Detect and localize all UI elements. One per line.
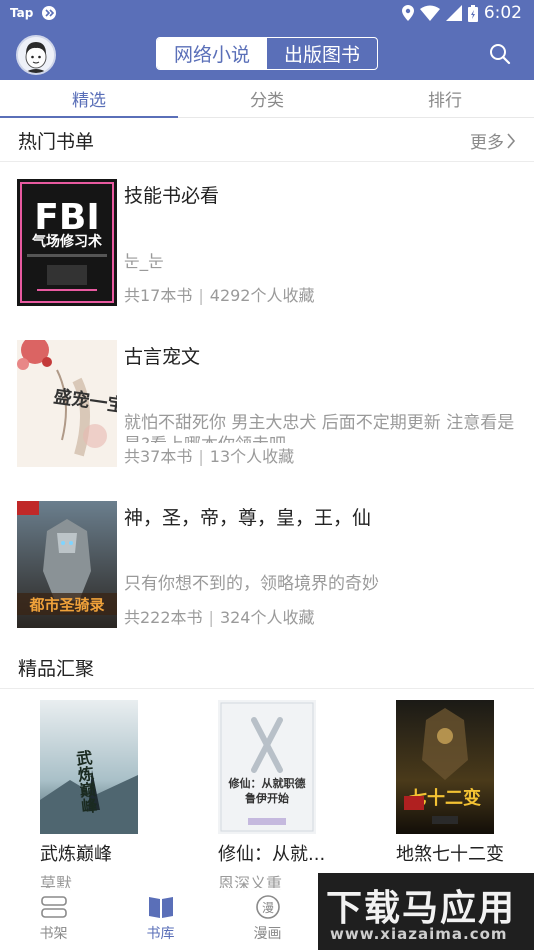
nav-bookshelf[interactable]: 书架: [0, 888, 107, 950]
booklist-item[interactable]: FBI 气场修习术 技能书必看 눈_눈 共17本书 | 4292个人收藏: [0, 179, 534, 309]
favorite-count: 13个人收藏: [209, 447, 295, 466]
svg-text:漫: 漫: [261, 901, 273, 915]
book-title: 地煞七十二变: [396, 844, 504, 865]
search-icon: [490, 44, 511, 65]
cover-headline: FBI: [34, 197, 99, 238]
booklist-title: 神，圣，帝，尊，皇，王，仙: [124, 507, 372, 529]
watermark: 下载马应用 www.xiazaima.com: [318, 873, 534, 950]
cover-subtitle: 气场修习术: [31, 233, 102, 250]
book-title: 武炼巅峰: [40, 844, 112, 865]
book-cover: 修仙：从就职德鲁伊开始: [218, 700, 316, 834]
tab-categories[interactable]: 分类: [178, 80, 356, 117]
favorite-count: 324个人收藏: [219, 608, 315, 627]
source-segmented-control: 网络小说 出版图书: [156, 37, 378, 70]
more-label: 更多: [470, 133, 504, 153]
booklist-meta: 共222本书 | 324个人收藏: [124, 608, 315, 627]
book-open-icon: [148, 897, 173, 918]
featured-book[interactable]: 修仙：从就职德鲁伊开始 修仙：从就... 恩深义重: [218, 700, 358, 894]
comic-icon: 漫: [255, 895, 280, 919]
book-count: 共37本书: [124, 447, 193, 466]
booklist-item[interactable]: 盛宠一宝 古言宠文 就怕不甜死你 男主大忠犬 后面不定期更新 注意看是是?看上哪…: [0, 340, 534, 470]
watermark-url: www.xiazaima.com: [330, 925, 508, 943]
avatar[interactable]: [16, 35, 56, 75]
booklist-title: 技能书必看: [124, 185, 220, 207]
booklist-cover: 盛宠一宝: [17, 340, 117, 467]
booklist-cover: FBI 气场修习术: [17, 179, 117, 306]
booklist-description: 就怕不甜死你 男主大忠犬 后面不定期更新 注意看是是?看上哪本你领走吧: [124, 413, 515, 443]
booklist-description: 只有你想不到的，领略境界的奇妙: [124, 574, 379, 594]
booklist-cover: 都市圣骑录: [17, 501, 117, 628]
category-tabs: 精选 分类 排行: [0, 80, 534, 118]
app-bar: 网络小说 出版图书: [0, 28, 534, 80]
search-button[interactable]: [488, 42, 512, 66]
chevron-right-icon: [507, 132, 516, 149]
book-count: 共222本书: [124, 608, 203, 627]
user-avatar-icon: [18, 37, 54, 73]
bookshelf-icon: [40, 896, 67, 918]
featured-book[interactable]: 七十二变 地煞七十二变 祭酒: [396, 700, 534, 894]
nav-comics[interactable]: 漫 漫画: [214, 888, 321, 950]
watermark-title: 下载马应用: [326, 888, 517, 929]
book-title: 修仙：从就...: [218, 844, 326, 865]
hot-booklists-header: 热门书单 更多: [0, 118, 534, 162]
book-count: 共17本书: [124, 286, 193, 305]
more-link[interactable]: 更多: [470, 128, 516, 153]
segment-web-novels[interactable]: 网络小说: [157, 38, 267, 69]
battery-icon: [467, 4, 478, 22]
wifi-icon: [419, 5, 440, 21]
booklist-description: 눈_눈: [124, 252, 164, 272]
booklist-meta: 共37本书 | 13个人收藏: [124, 447, 295, 466]
featured-book[interactable]: 武炼巅峰 武炼巅峰 莫默: [40, 700, 180, 894]
nav-label: 书架: [39, 926, 68, 942]
segment-published-books[interactable]: 出版图书: [267, 38, 377, 69]
section-title: 精品汇聚: [18, 658, 95, 680]
book-cover: 武炼巅峰: [40, 700, 138, 834]
booklist-item[interactable]: 都市圣骑录 神，圣，帝，尊，皇，王，仙 只有你想不到的，领略境界的奇妙 共222…: [0, 501, 534, 631]
booklist-title: 古言宠文: [124, 346, 201, 368]
section-title: 热门书单: [18, 131, 95, 153]
cover-headline: 都市圣骑录: [28, 596, 104, 614]
book-cover: 七十二变: [396, 700, 494, 834]
featured-header: 精品汇聚: [0, 645, 534, 689]
status-bar: Tap 6:02: [0, 0, 534, 28]
cover-title-art: 修仙：从就职德鲁伊开始: [228, 777, 306, 805]
favorite-count: 4292个人收藏: [209, 286, 315, 305]
nav-label: 书库: [146, 926, 175, 942]
sync-icon: [41, 5, 57, 21]
booklist-meta: 共17本书 | 4292个人收藏: [124, 286, 315, 305]
tab-featured[interactable]: 精选: [0, 80, 178, 118]
signal-icon: [445, 5, 462, 21]
tab-rankings[interactable]: 排行: [356, 80, 534, 117]
nav-label: 漫画: [253, 926, 282, 942]
carrier-label: Tap: [10, 6, 34, 20]
location-icon: [401, 5, 414, 21]
nav-library[interactable]: 书库: [107, 888, 214, 950]
clock-time: 6:02: [483, 3, 522, 23]
